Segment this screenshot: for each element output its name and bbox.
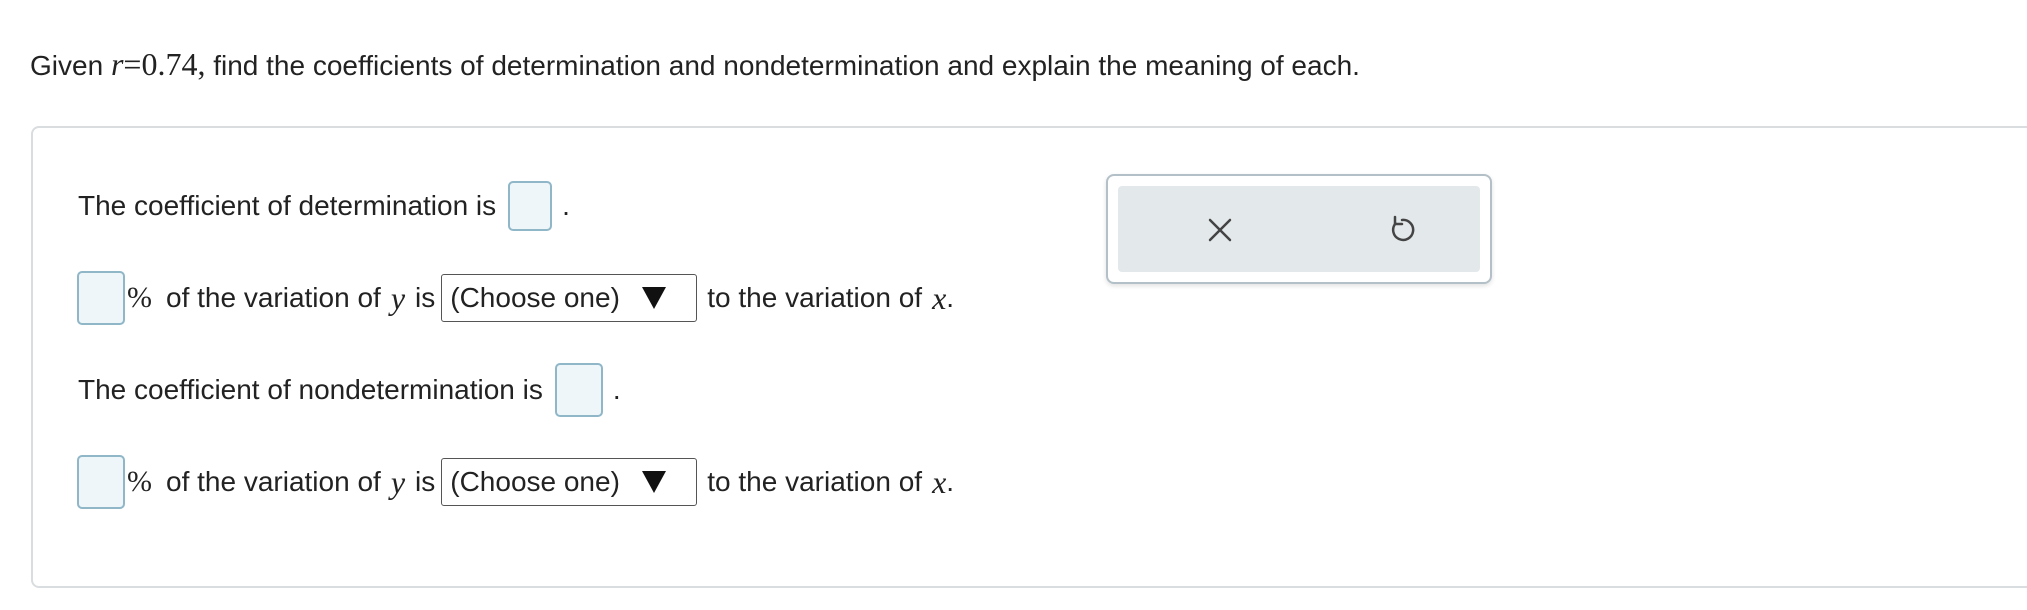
nondetermination-period: .	[612, 374, 621, 405]
nondetermination-percent-sign: %	[127, 465, 152, 498]
nondetermination-is-text: is	[415, 466, 436, 497]
nondetermination-to-variation-text: to the variation of	[707, 466, 923, 497]
determination-y-variable: y	[390, 279, 406, 316]
answer-toolbar	[1106, 174, 1492, 284]
nondetermination-end-period: .	[946, 466, 955, 497]
determination-answer-box[interactable]	[508, 181, 553, 231]
determination-is-text: is	[415, 282, 436, 313]
nondetermination-row: The coefficient of nondetermination is .	[78, 362, 621, 418]
nondetermination-select-value: (Choose one)	[450, 466, 620, 497]
question-prefix: Given	[30, 50, 111, 81]
determination-percent-box[interactable]	[77, 271, 125, 325]
nondetermination-percent-box[interactable]	[77, 455, 125, 509]
chevron-down-icon	[641, 471, 666, 493]
toolbar-background	[1118, 186, 1480, 272]
undo-icon	[1391, 215, 1415, 242]
r-variable: r	[110, 46, 124, 82]
determination-period: .	[562, 190, 570, 221]
r-value: 0.74	[141, 46, 198, 82]
determination-of-variation-text: of the variation of	[166, 282, 381, 313]
close-icon	[1208, 218, 1232, 242]
determination-percent-sign: %	[127, 281, 152, 314]
nondetermination-of-variation-text: of the variation of	[166, 466, 381, 497]
nondetermination-x-variable: x	[932, 463, 947, 500]
chevron-down-icon	[641, 287, 666, 309]
answer-panel: The coefficient of determination is . % …	[31, 126, 2027, 588]
nondetermination-relation-select[interactable]: (Choose one)	[441, 458, 698, 506]
nondetermination-label: The coefficient of nondetermination is	[78, 374, 543, 405]
determination-end-period: .	[946, 282, 955, 313]
nondetermination-y-variable: y	[390, 463, 406, 500]
determination-x-variable: x	[932, 279, 947, 316]
equals-sign: =	[123, 46, 142, 82]
nondetermination-explanation-row: % of the variation of y is (Choose one) …	[77, 452, 954, 512]
question-prompt: Given r=0.74, find the coefficients of d…	[30, 44, 1360, 86]
nondetermination-answer-box[interactable]	[554, 363, 603, 417]
determination-to-variation-text: to the variation of	[707, 282, 923, 313]
undo-button[interactable]	[1380, 208, 1424, 252]
determination-row: The coefficient of determination is .	[78, 178, 570, 234]
question-rest: find the coefficients of determination a…	[205, 50, 1360, 81]
determination-relation-select[interactable]: (Choose one)	[441, 274, 698, 322]
determination-label: The coefficient of determination is	[78, 190, 497, 221]
clear-button[interactable]	[1198, 208, 1242, 252]
determination-explanation-row: % of the variation of y is (Choose one) …	[77, 268, 954, 328]
determination-select-value: (Choose one)	[450, 282, 620, 313]
